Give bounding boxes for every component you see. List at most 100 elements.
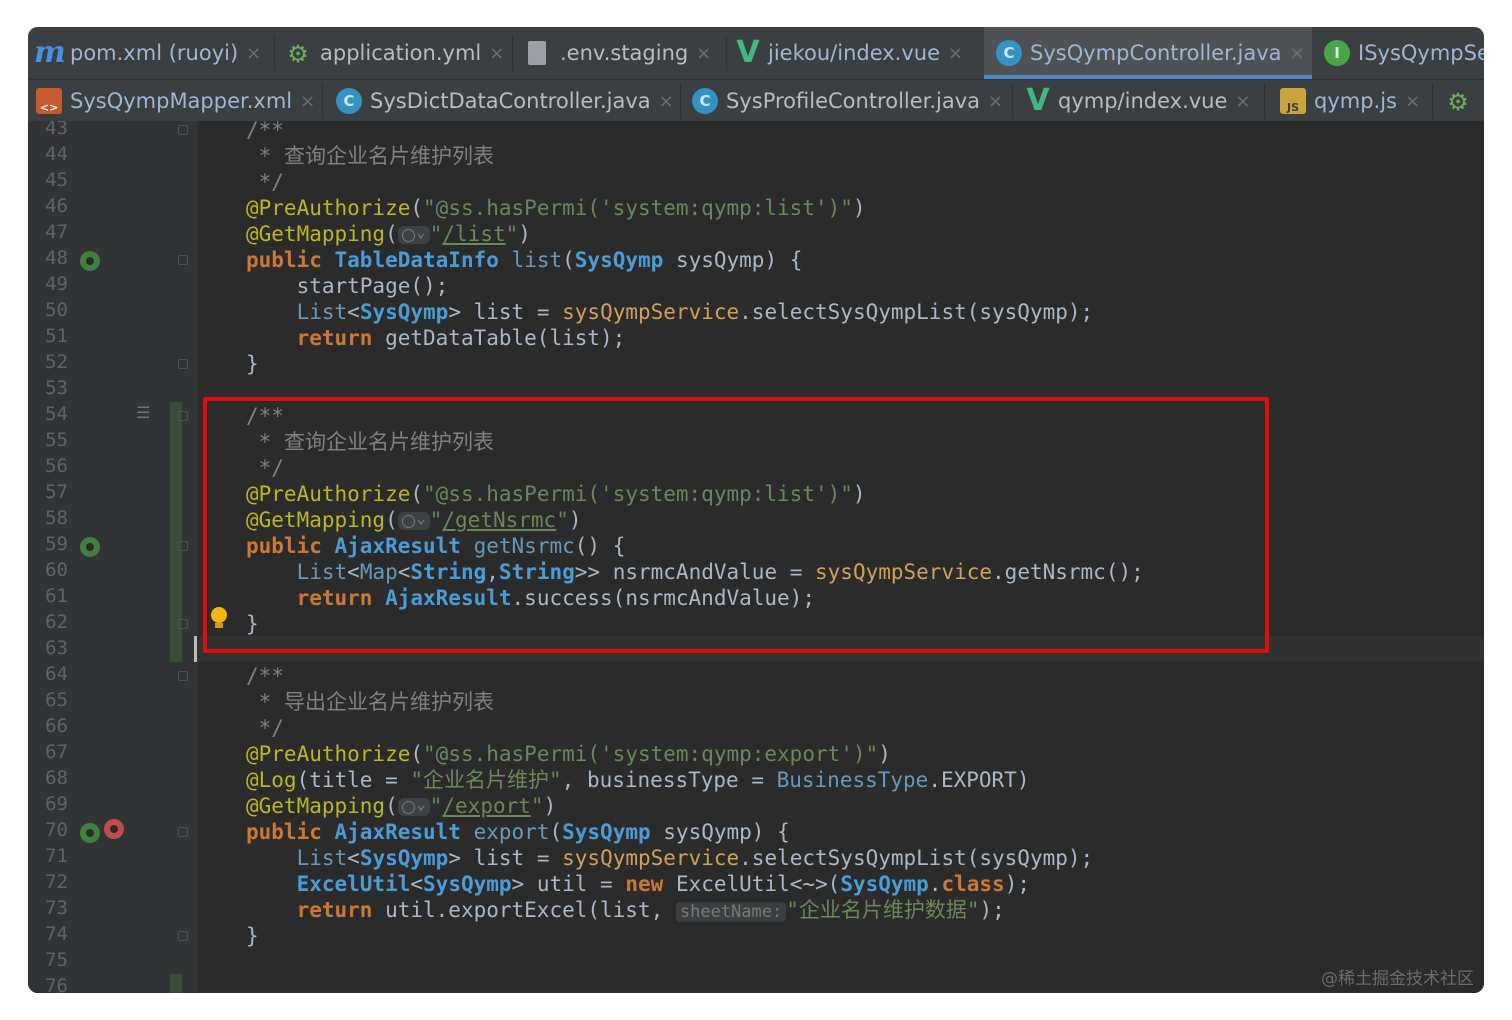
log-annotation-icon[interactable]: [104, 819, 124, 839]
tab-label: SysQympMapper.xml: [70, 89, 293, 113]
close-tab-icon[interactable]: ×: [1290, 43, 1305, 64]
web-endpoint-icon[interactable]: [80, 251, 100, 271]
java-class-icon: C: [996, 40, 1022, 66]
tab-sysqympcontroller-java[interactable]: C SysQympController.java ×: [984, 27, 1312, 79]
line-number: 72: [45, 871, 68, 893]
line-number: 64: [45, 663, 68, 685]
close-tab-icon[interactable]: ×: [988, 91, 1003, 112]
line-number: 47: [45, 221, 68, 243]
tab-label: SysProfileController.java: [726, 89, 981, 113]
tab-label: SysQympController.java: [1030, 41, 1282, 65]
tab-env-staging[interactable]: .env.staging ×: [528, 27, 711, 79]
vue-icon: V: [1026, 83, 1050, 118]
close-tab-icon[interactable]: ×: [246, 43, 261, 64]
close-tab-icon[interactable]: ×: [1235, 91, 1250, 112]
tab-application-yml[interactable]: ⚙ application.yml ×: [284, 27, 504, 79]
fold-marker[interactable]: [178, 411, 188, 421]
xml-file-icon: <>: [36, 88, 62, 114]
fold-marker[interactable]: [178, 125, 188, 135]
editor-tabs-row-2: <> SysQympMapper.xml × C SysDictDataCont…: [28, 79, 1484, 122]
fold-marker[interactable]: [178, 541, 188, 551]
close-tab-icon[interactable]: ×: [948, 43, 963, 64]
line-number: 58: [45, 507, 68, 529]
line-number: 48: [45, 247, 68, 269]
line-number: 56: [45, 455, 68, 477]
fold-marker[interactable]: [178, 931, 188, 941]
code-line-49: startPage();: [296, 274, 449, 298]
globe-icon: [397, 792, 430, 818]
code-line-69: @GetMapping("/export"): [246, 792, 556, 819]
globe-icon: [397, 220, 430, 246]
fold-marker[interactable]: [178, 671, 188, 681]
code-line-68: @Log(title = "企业名片维护", businessType = Bu…: [246, 768, 1030, 792]
line-number: 59: [45, 533, 68, 555]
yaml-config-icon: ⚙: [287, 40, 309, 68]
close-tab-icon[interactable]: ×: [696, 43, 711, 64]
tab-label: .env.staging: [560, 41, 689, 65]
watermark: @稀土掘金技术社区: [1321, 969, 1474, 989]
tab-sysqympmapper-xml[interactable]: <> SysQympMapper.xml ×: [36, 80, 315, 122]
line-number: 53: [45, 377, 68, 399]
fold-marker[interactable]: [178, 255, 188, 265]
code-line-67: @PreAuthorize("@ss.hasPermi('system:qymp…: [246, 742, 891, 766]
tab-isysqympservice[interactable]: I ISysQympSe: [1324, 27, 1484, 79]
line-number: 67: [45, 741, 68, 763]
java-class-icon: C: [692, 88, 718, 114]
fold-marker[interactable]: [178, 619, 188, 629]
tab-qymp-index-vue[interactable]: V qymp/index.vue ×: [1026, 80, 1250, 122]
code-line-71: List<SysQymp> list = sysQympService.sele…: [296, 846, 1094, 870]
list-icon[interactable]: ☰: [136, 403, 150, 422]
tab-label: pom.xml (ruoyi): [70, 41, 239, 65]
close-tab-icon[interactable]: ×: [300, 91, 315, 112]
line-number: 66: [45, 715, 68, 737]
line-number: 69: [45, 793, 68, 815]
fold-marker[interactable]: [178, 827, 188, 837]
close-tab-icon[interactable]: ×: [489, 43, 504, 64]
line-number: 61: [45, 585, 68, 607]
tab-sysprofilecontroller-java[interactable]: C SysProfileController.java ×: [692, 80, 1003, 122]
line-number: 44: [45, 143, 68, 165]
line-number: 51: [45, 325, 68, 347]
tab-label: ISysQympSe: [1358, 41, 1484, 65]
line-number: 55: [45, 429, 68, 451]
tab-label: qymp.js: [1314, 89, 1397, 113]
tab-qymp-js[interactable]: JS qymp.js ×: [1280, 80, 1420, 122]
code-line-44: * 查询企业名片维护列表: [258, 144, 494, 168]
text-caret: [194, 636, 197, 662]
line-number: 57: [45, 481, 68, 503]
vue-icon: V: [736, 35, 760, 70]
tab-sysdictdatacontroller-java[interactable]: C SysDictDataController.java ×: [336, 80, 674, 122]
vcs-change-marker: [170, 974, 182, 993]
tab-pom-xml[interactable]: m pom.xml (ruoyi) ×: [34, 27, 261, 79]
code-line-48: public TableDataInfo list(SysQymp sysQym…: [246, 248, 803, 272]
line-number: 63: [45, 637, 68, 659]
code-line-70: public AjaxResult export(SysQymp sysQymp…: [246, 820, 790, 844]
code-line-45: */: [258, 170, 284, 194]
tab-overflow[interactable]: ⚙: [1444, 80, 1472, 122]
web-endpoint-icon[interactable]: [80, 823, 100, 843]
close-tab-icon[interactable]: ×: [659, 91, 674, 112]
code-editor[interactable]: 43 44 45 46 47 48 49 50 51 52 53 54 55 56 57 58 59 60 61 62…: [28, 121, 1484, 993]
line-number: 50: [45, 299, 68, 321]
tab-label: application.yml: [320, 41, 482, 65]
close-tab-icon[interactable]: ×: [1405, 91, 1420, 112]
code-line-65: * 导出企业名片维护列表: [258, 690, 494, 714]
fold-marker[interactable]: [178, 359, 188, 369]
line-number: 54: [45, 403, 68, 425]
code-line-73: return util.exportExcel(list, sheetName:…: [296, 898, 1005, 922]
line-number: 45: [45, 169, 68, 191]
maven-icon: m: [34, 35, 66, 70]
highlight-box: [203, 397, 1269, 653]
line-number: 60: [45, 559, 68, 581]
text-file-icon: [528, 41, 546, 65]
code-line-66: */: [258, 716, 284, 740]
parameter-hint: sheetName:: [675, 902, 787, 922]
code-line-51: return getDataTable(list);: [296, 326, 626, 350]
web-endpoint-icon[interactable]: [80, 537, 100, 557]
line-number: 68: [45, 767, 68, 789]
code-line-64: /**: [246, 664, 284, 688]
tab-jiekou-index-vue[interactable]: V jiekou/index.vue ×: [736, 27, 963, 79]
line-number: 74: [45, 923, 68, 945]
line-number: 70: [45, 819, 68, 841]
code-line-50: List<SysQymp> list = sysQympService.sele…: [296, 300, 1094, 324]
